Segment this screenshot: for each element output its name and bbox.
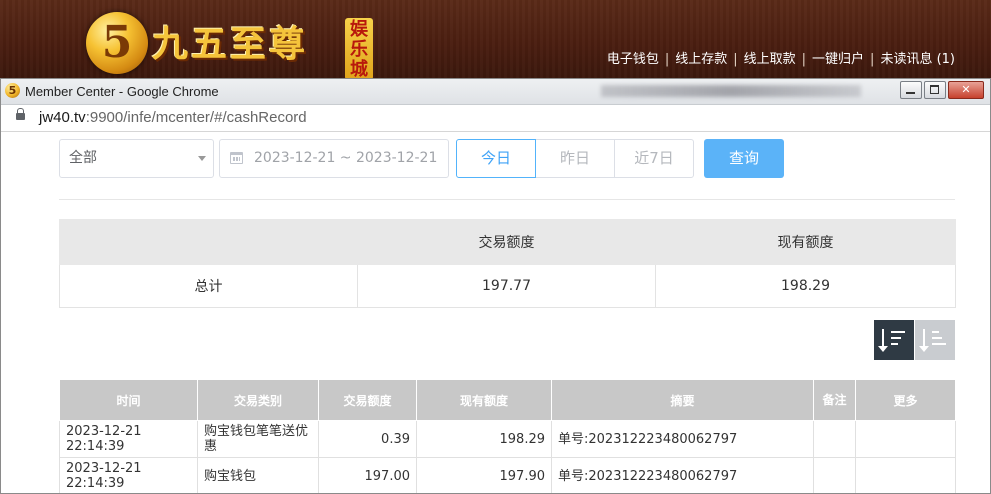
window-title: Member Center - Google Chrome — [25, 84, 219, 99]
divider — [59, 199, 955, 200]
favicon-icon: 5 — [5, 83, 20, 98]
browser-window: 5 Member Center - Google Chrome jw40.tv:… — [0, 78, 991, 494]
blurred-region — [601, 85, 861, 97]
col-remark: 备注 — [813, 379, 856, 421]
cell-summary: 单号:202312223480062797 — [551, 420, 814, 458]
col-type: 交易类别 — [197, 379, 319, 421]
cell-time: 2023-12-21 22:14:39 — [59, 457, 198, 493]
address-bar[interactable]: jw40.tv:9900/infe/mcenter/#/cashRecord — [1, 105, 990, 132]
cell-summary: 单号:202312223480062797 — [551, 457, 814, 493]
maximize-icon[interactable] — [924, 81, 946, 99]
col-time: 时间 — [59, 379, 198, 421]
col-summary: 摘要 — [551, 379, 814, 421]
calendar-icon — [230, 152, 243, 164]
summary-total-amount: 197.77 — [357, 264, 656, 308]
cell-more[interactable] — [855, 457, 956, 493]
cell-amount: 197.00 — [318, 457, 417, 493]
cell-remark — [813, 420, 856, 458]
filter-bar: 全部 2023-12-21 ~ 2023-12-21 今日 昨日 近7日 查询 — [59, 139, 955, 179]
search-button[interactable]: 查询 — [704, 139, 784, 178]
sort-buttons — [874, 320, 955, 360]
sort-asc-icon[interactable] — [915, 320, 955, 360]
url-text[interactable]: jw40.tv:9900/infe/mcenter/#/cashRecord — [39, 105, 307, 131]
site-header: 5 九五至尊 娱乐城 电子钱包 | 线上存款 | 线上取款 | 一键归户 | 未读讯息 (1) — [0, 0, 991, 80]
summary-total-balance: 198.29 — [655, 264, 956, 308]
col-balance: 现有额度 — [416, 379, 552, 421]
summary-header-blank — [59, 219, 358, 265]
top-nav: 电子钱包 | 线上存款 | 线上取款 | 一键归户 | 未读讯息 (1) — [606, 52, 955, 67]
nav-transfer-all[interactable]: 一键归户 — [812, 52, 864, 67]
site-logo-title: 九五至尊 — [152, 23, 309, 65]
window-titlebar[interactable]: 5 Member Center - Google Chrome — [1, 79, 990, 105]
lock-icon[interactable] — [16, 108, 25, 120]
table-row: 2023-12-21 22:14:39 购宝钱包笔笔送优惠 0.39 198.2… — [59, 420, 956, 458]
col-more: 更多 — [855, 379, 956, 421]
nav-withdraw[interactable]: 线上取款 — [744, 52, 796, 67]
cell-amount: 0.39 — [318, 420, 417, 458]
close-icon[interactable] — [948, 81, 984, 99]
site-logo-icon: 5 — [86, 12, 148, 74]
chevron-down-icon — [198, 156, 206, 161]
page-content: 全部 2023-12-21 ~ 2023-12-21 今日 昨日 近7日 查询 … — [1, 131, 990, 493]
summary-header-balance: 现有额度 — [655, 219, 956, 265]
summary-table: 交易额度 现有额度 总计 197.77 198.29 — [59, 219, 956, 308]
cell-type: 购宝钱包笔笔送优惠 — [197, 420, 319, 458]
quick-yesterday-button[interactable]: 昨日 — [535, 139, 615, 178]
records-header-row: 时间 交易类别 交易额度 现有额度 摘要 备注 更多 — [59, 379, 956, 421]
col-amount: 交易额度 — [318, 379, 417, 421]
cell-time: 2023-12-21 22:14:39 — [59, 420, 198, 458]
nav-deposit[interactable]: 线上存款 — [675, 52, 727, 67]
nav-wallet[interactable]: 电子钱包 — [607, 52, 659, 67]
summary-total-label: 总计 — [59, 264, 358, 308]
quick-7days-button[interactable]: 近7日 — [614, 139, 694, 178]
table-row: 2023-12-21 22:14:39 购宝钱包 197.00 197.90 单… — [59, 457, 956, 493]
type-select[interactable]: 全部 — [59, 139, 214, 178]
site-logo-badge: 娱乐城 — [345, 18, 373, 80]
date-range-input[interactable]: 2023-12-21 ~ 2023-12-21 — [219, 139, 449, 178]
cell-balance: 197.90 — [416, 457, 552, 493]
summary-header-amount: 交易额度 — [357, 219, 656, 265]
window-controls — [898, 81, 984, 99]
cell-type: 购宝钱包 — [197, 457, 319, 493]
records-table: 时间 交易类别 交易额度 现有额度 摘要 备注 更多 2023-12-21 22… — [59, 379, 956, 493]
nav-unread-messages[interactable]: 未读讯息 (1) — [880, 52, 955, 67]
cell-more[interactable] — [855, 420, 956, 458]
cell-remark — [813, 457, 856, 493]
summary-row: 总计 197.77 198.29 — [59, 264, 956, 308]
cell-balance: 198.29 — [416, 420, 552, 458]
minimize-icon[interactable] — [900, 81, 922, 99]
quick-today-button[interactable]: 今日 — [456, 139, 536, 178]
sort-desc-icon[interactable] — [874, 320, 914, 360]
